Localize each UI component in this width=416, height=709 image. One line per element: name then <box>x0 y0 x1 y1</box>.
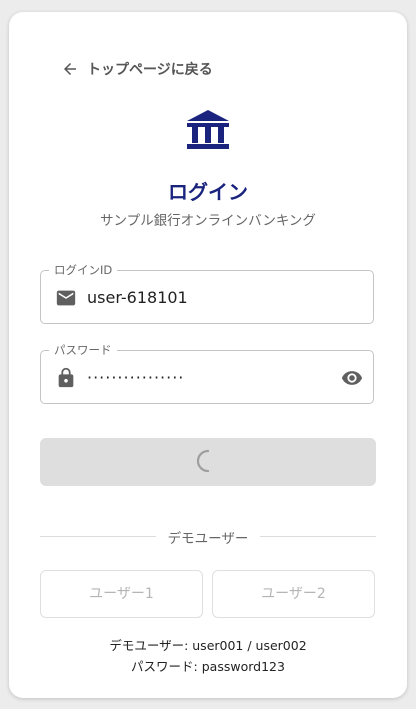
login-id-label: ログインID <box>49 263 118 277</box>
demo-users-divider: デモユーザー <box>40 526 376 547</box>
lock-icon <box>58 367 74 388</box>
arrow-left-icon <box>64 63 76 75</box>
mail-icon <box>56 290 76 306</box>
divider-label: デモユーザー <box>167 531 249 547</box>
login-card: トップページに戻る ログイン サンプル銀行オンラインバンキング ログインID u… <box>9 12 407 698</box>
login-id-field[interactable]: ログインID user-618101 <box>40 263 374 324</box>
page-subtitle: サンプル銀行オンラインバンキング <box>100 213 316 229</box>
password-field[interactable]: パスワード ················ <box>40 343 374 404</box>
demo-user-2-button[interactable]: ユーザー2 <box>212 570 375 618</box>
login-id-input[interactable]: user-618101 <box>87 287 188 309</box>
password-input[interactable]: ················ <box>87 367 184 389</box>
password-label: パスワード <box>49 343 117 357</box>
page-title: ログイン <box>168 180 248 204</box>
demo-password-hint: パスワード: password123 <box>131 659 285 674</box>
eye-icon <box>341 371 363 385</box>
bank-icon <box>187 110 229 149</box>
toggle-password-visibility-button[interactable] <box>340 367 364 389</box>
demo-users-hint: デモユーザー: user001 / user002 <box>109 638 307 653</box>
spinner-icon <box>196 449 210 473</box>
back-to-top-link[interactable]: トップページに戻る <box>61 59 213 79</box>
back-link-label: トップページに戻る <box>87 62 213 78</box>
demo-user-1-button[interactable]: ユーザー1 <box>40 570 203 618</box>
